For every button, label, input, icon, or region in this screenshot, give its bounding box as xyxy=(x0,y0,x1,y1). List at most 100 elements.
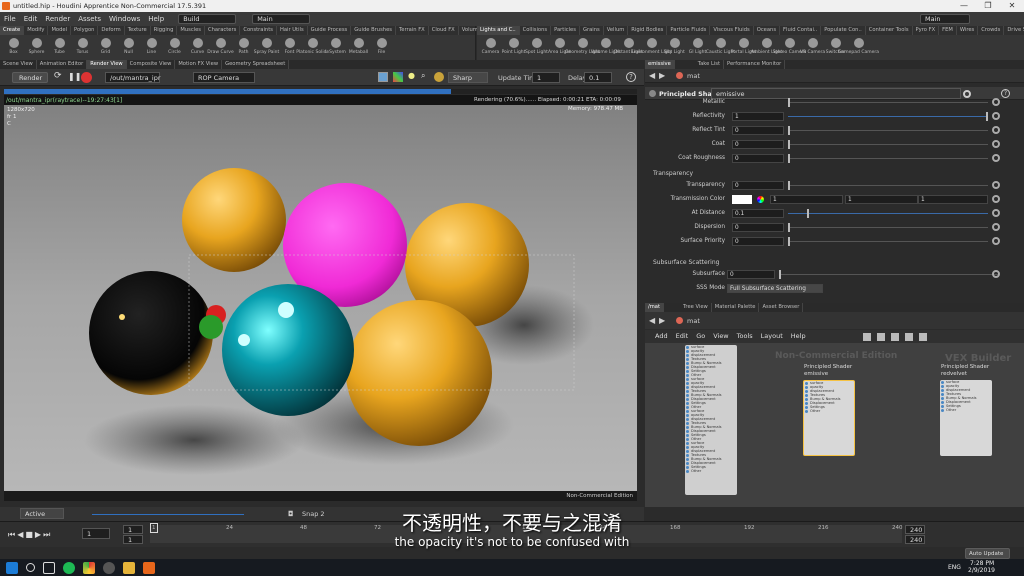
tab-scene-view[interactable]: Scene View xyxy=(0,60,37,69)
shelf-tool[interactable]: Volume Light xyxy=(591,36,620,59)
shelf-tab[interactable]: Hair Utils xyxy=(277,26,308,35)
shelf-tab[interactable]: Grains xyxy=(580,26,604,35)
shelf-tool[interactable]: Circle xyxy=(163,36,186,59)
param-slider[interactable] xyxy=(788,158,988,159)
param-gear-icon[interactable] xyxy=(992,237,1000,245)
shelf-tab[interactable]: Create xyxy=(0,26,25,35)
param-gear-icon[interactable] xyxy=(992,270,1000,278)
delay-field[interactable]: 0.1 xyxy=(584,72,612,83)
render-viewport[interactable] xyxy=(4,95,637,501)
menu-edit[interactable]: Edit xyxy=(20,12,42,26)
color-r-field[interactable]: 1 xyxy=(770,195,843,204)
shelf-tab[interactable]: Characters xyxy=(205,26,241,35)
maximize-button[interactable]: ❐ xyxy=(976,0,1000,12)
shelf-tool[interactable]: Portal Light xyxy=(731,36,756,59)
net-menu-layout[interactable]: Layout xyxy=(757,330,787,343)
net-menu-tools[interactable]: Tools xyxy=(733,330,757,343)
tab-motion-fx-view[interactable]: Motion FX View xyxy=(175,60,223,69)
param-value[interactable]: 0 xyxy=(732,140,784,149)
shelf-tab[interactable]: Modify xyxy=(24,26,49,35)
chrome-icon[interactable] xyxy=(83,561,95,574)
refresh-icon[interactable]: ⟳ xyxy=(54,71,62,81)
color-wheel-icon[interactable] xyxy=(757,196,764,203)
shelf-tab[interactable]: Guide Process xyxy=(308,26,352,35)
task-view-icon[interactable] xyxy=(43,561,55,574)
param-slider[interactable] xyxy=(788,130,988,131)
color-icon[interactable] xyxy=(393,72,403,82)
param-gear-icon[interactable] xyxy=(992,181,1000,189)
shelf-tab[interactable]: FEM xyxy=(939,26,957,35)
output-collect-node[interactable]: surface opacity displacement Textures Bump &… xyxy=(685,345,737,495)
shelf-tool[interactable]: Curve xyxy=(186,36,209,59)
param-slider[interactable] xyxy=(788,144,988,145)
sharp-select[interactable]: Sharp xyxy=(448,72,488,83)
help-icon[interactable]: ? xyxy=(626,72,636,82)
shelf-tab[interactable]: Vellum xyxy=(604,26,629,35)
tool-icon[interactable] xyxy=(919,333,927,341)
pause-icon[interactable]: ❚❚ xyxy=(68,72,81,81)
param-value[interactable]: 0 xyxy=(732,154,784,163)
close-button[interactable]: ✕ xyxy=(1000,0,1024,12)
param-slider[interactable] xyxy=(788,227,988,228)
snapshot-icon[interactable] xyxy=(434,72,444,82)
shelf-tab[interactable]: Container Tools xyxy=(866,26,913,35)
net-menu-help[interactable]: Help xyxy=(787,330,810,343)
param-value[interactable]: 0 xyxy=(732,223,784,232)
menu-file[interactable]: File xyxy=(0,12,20,26)
sss-section[interactable]: Subsurface Scattering xyxy=(653,259,719,266)
slider-knob[interactable] xyxy=(788,126,790,135)
tab-render-view[interactable]: Render View xyxy=(87,60,127,69)
shelf-tool[interactable]: Gamepad Camera xyxy=(838,36,879,59)
shelf-tab[interactable]: Collisions xyxy=(520,26,552,35)
color-swatch[interactable] xyxy=(732,195,752,204)
keyboard-language[interactable]: ENG xyxy=(948,564,961,571)
shelf-tab[interactable]: Rigid Bodies xyxy=(628,26,668,35)
camera-field[interactable]: ROP Camera xyxy=(193,72,255,83)
stop-icon[interactable] xyxy=(81,72,92,83)
tool-icon[interactable] xyxy=(891,333,899,341)
param-slider[interactable] xyxy=(788,241,988,242)
param-slider[interactable] xyxy=(779,274,999,275)
shelf-tab[interactable]: Cloud FX xyxy=(429,26,459,35)
zoom-icon[interactable]: ⌕ xyxy=(421,71,425,81)
param-slider[interactable] xyxy=(788,116,988,117)
shelf-tool[interactable]: Path xyxy=(232,36,255,59)
shelf-tool[interactable]: Ambient Light xyxy=(751,36,782,59)
auto-update-button[interactable]: Auto Update xyxy=(965,548,1010,559)
sss-mode-select[interactable]: Full Subsurface Scattering xyxy=(727,284,823,293)
tool-icon[interactable] xyxy=(863,333,871,341)
back-icon[interactable]: ◀ xyxy=(649,316,655,325)
shelf-tab[interactable]: Constraints xyxy=(240,26,277,35)
param-slider[interactable] xyxy=(788,185,988,186)
tab-mat[interactable]: /mat xyxy=(645,303,665,312)
tab-asset-browser[interactable]: Asset Browser xyxy=(759,303,804,312)
param-gear-icon[interactable] xyxy=(992,223,1000,231)
menu-help[interactable]: Help xyxy=(144,12,168,26)
shelf-tab[interactable]: Lights and C.. xyxy=(477,26,520,35)
update-time-field[interactable]: 1 xyxy=(532,72,560,83)
tab-performance-monitor[interactable]: Performance Monitor xyxy=(724,60,786,69)
shelf-tab[interactable]: Muscles xyxy=(177,26,206,35)
shelf-tab[interactable]: Fluid Contai.. xyxy=(780,26,822,35)
transparency-section[interactable]: Transparency xyxy=(653,170,693,177)
shelf-tool[interactable]: GI Light xyxy=(686,36,709,59)
param-value[interactable]: 0 xyxy=(732,126,784,135)
output-driver-field[interactable]: /out/mantra_ipr xyxy=(105,72,161,83)
param-slider[interactable] xyxy=(788,213,988,214)
parameter-path[interactable]: mat xyxy=(687,72,700,80)
shelf-tool[interactable]: Stereo Camera xyxy=(773,36,806,59)
display-icon[interactable] xyxy=(378,72,388,82)
shelf-tab[interactable]: Wires xyxy=(957,26,979,35)
shelf-tool[interactable]: Tube xyxy=(48,36,71,59)
shelf-tool[interactable]: Font xyxy=(278,36,301,59)
shelf-tab[interactable]: Deform xyxy=(98,26,125,35)
help-icon-params[interactable]: ? xyxy=(1001,89,1010,98)
slider-knob[interactable] xyxy=(788,154,790,163)
param-value[interactable]: 0 xyxy=(732,181,784,190)
shelf-tab[interactable]: Particle Fluids xyxy=(667,26,711,35)
shelf-tab[interactable]: Particles xyxy=(551,26,580,35)
shelf-tool[interactable]: Distant Light xyxy=(614,36,643,59)
shelf-tool[interactable]: Grid xyxy=(94,36,117,59)
shelf-tool[interactable]: Null xyxy=(117,36,140,59)
shelf-tab[interactable]: Model xyxy=(48,26,72,35)
